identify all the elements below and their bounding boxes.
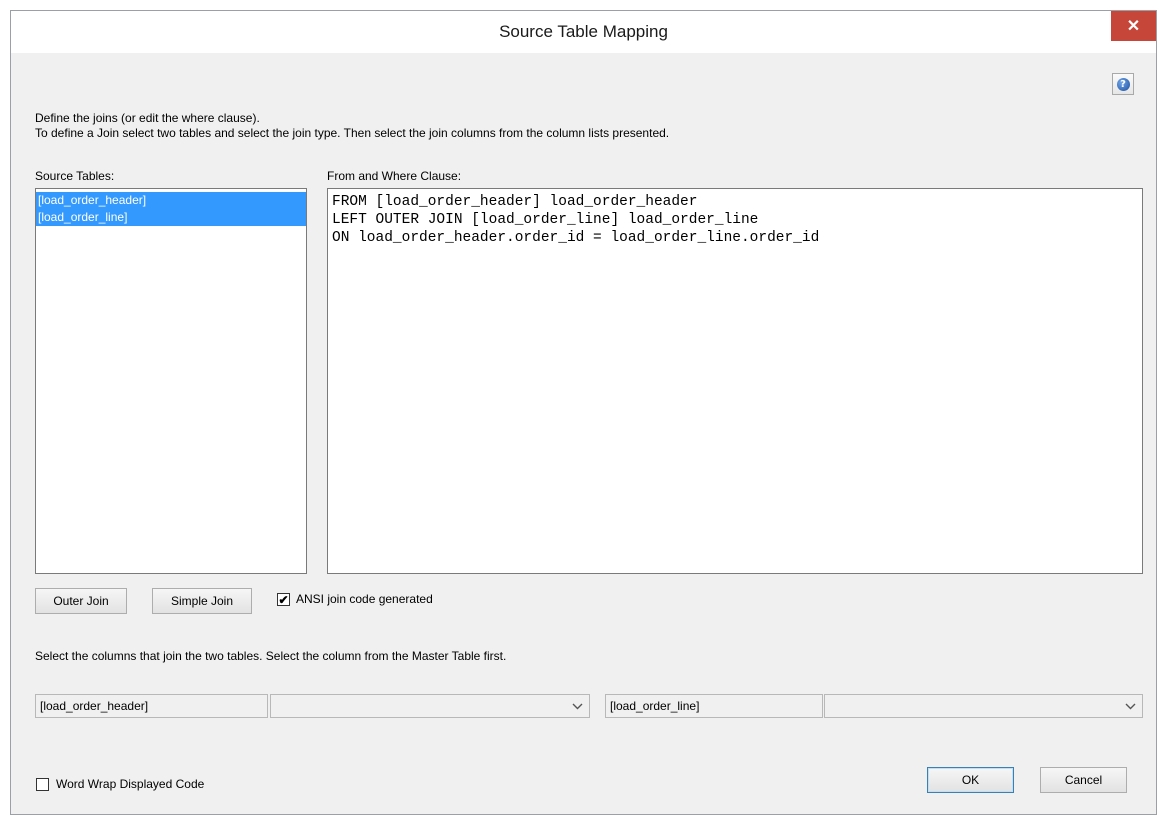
simple-join-button[interactable]: Simple Join (152, 588, 252, 614)
source-tables-label: Source Tables: (35, 169, 115, 183)
title-bar: Source Table Mapping ✕ (11, 11, 1156, 53)
source-tables-list[interactable]: [load_order_header] [load_order_line] (35, 188, 307, 574)
ok-button[interactable]: OK (927, 767, 1014, 793)
columns-instruction: Select the columns that join the two tab… (35, 649, 507, 663)
master-column-select[interactable] (270, 694, 590, 718)
list-item[interactable]: [load_order_line] (36, 209, 306, 226)
dialog-title: Source Table Mapping (499, 22, 668, 41)
detail-column-select[interactable] (824, 694, 1143, 718)
ansi-join-label: ANSI join code generated (296, 592, 433, 606)
instruction-line-2: To define a Join select two tables and s… (35, 126, 670, 140)
close-icon: ✕ (1126, 18, 1141, 35)
ansi-join-checkbox[interactable]: ✔ (277, 593, 290, 606)
source-table-mapping-dialog: Source Table Mapping ✕ ? Define the join… (10, 10, 1157, 815)
detail-table-label: [load_order_line] (605, 694, 823, 718)
outer-join-button[interactable]: Outer Join (35, 588, 127, 614)
instruction-line-1: Define the joins (or edit the where clau… (35, 111, 260, 125)
master-table-label: [load_order_header] (35, 694, 268, 718)
word-wrap-label: Word Wrap Displayed Code (56, 777, 205, 791)
word-wrap-checkbox[interactable] (36, 778, 49, 791)
checkmark-icon: ✔ (278, 592, 289, 607)
help-icon: ? (1116, 77, 1130, 91)
chevron-down-icon (571, 699, 583, 713)
chevron-down-icon (1124, 699, 1136, 713)
list-item[interactable]: [load_order_header] (36, 192, 306, 209)
close-button[interactable]: ✕ (1111, 11, 1156, 41)
cancel-button[interactable]: Cancel (1040, 767, 1127, 793)
help-button[interactable]: ? (1112, 73, 1134, 95)
clause-label: From and Where Clause: (327, 169, 462, 183)
from-where-clause-editor[interactable]: FROM [load_order_header] load_order_head… (327, 188, 1143, 574)
